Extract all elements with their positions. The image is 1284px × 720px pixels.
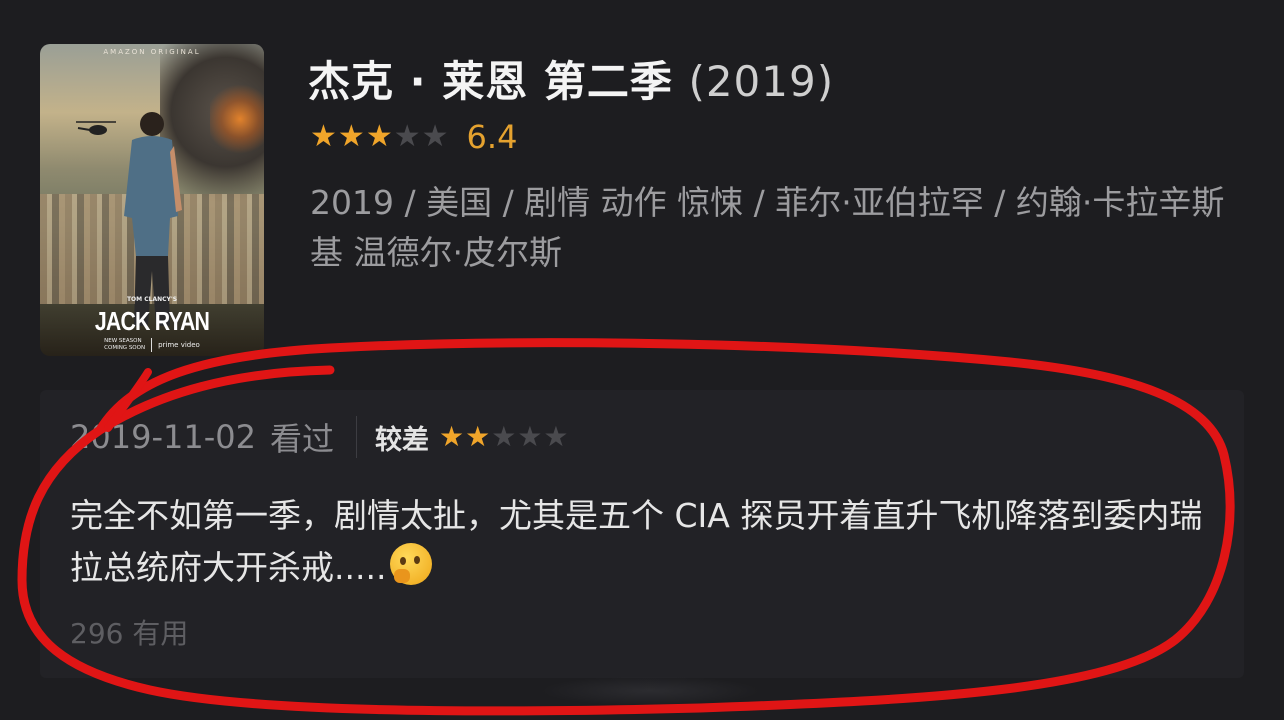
star-empty-icon: ★ xyxy=(421,119,449,154)
show-title-text: 杰克 · 莱恩 第二季 xyxy=(308,57,673,106)
star-empty-icon: ★ xyxy=(517,420,543,453)
poster-platform: prime video xyxy=(158,341,200,349)
star-filled-icon: ★ xyxy=(465,420,491,453)
poster-fire xyxy=(210,84,264,154)
show-score: 6.4 xyxy=(466,118,518,156)
helicopter-icon xyxy=(76,121,116,135)
poster-studio-tag: AMAZON ORIGINAL xyxy=(103,48,201,56)
star-filled-icon: ★ xyxy=(310,119,337,154)
poster-footer: NEW SEASON COMING SOON prime video xyxy=(40,338,264,352)
review-content: 完全不如第一季，剧情太扯，尤其是五个 CIA 探员开着直升飞机降落到委内瑞拉总统… xyxy=(70,490,1220,594)
poster-season-line1: NEW SEASON xyxy=(104,338,142,344)
bottom-blur xyxy=(540,676,760,706)
show-rating: ★ ★ ★ ★ ★ 6.4 xyxy=(310,118,517,156)
show-title[interactable]: 杰克 · 莱恩 第二季 (2019) xyxy=(308,48,834,109)
star-empty-icon: ★ xyxy=(393,119,421,154)
poster-series-name: JACK RYAN xyxy=(94,306,210,336)
show-rating-stars: ★ ★ ★ ★ ★ xyxy=(310,122,449,152)
poster-separator xyxy=(151,338,153,352)
star-filled-icon: ★ xyxy=(438,420,465,453)
star-filled-icon: ★ xyxy=(365,119,393,154)
review-header: 2019-11-02 看过 较差 ★ ★ ★ ★ ★ xyxy=(70,414,569,460)
review-date: 2019-11-02 xyxy=(70,418,256,456)
poster-figure xyxy=(124,112,182,326)
review-helpful-count[interactable]: 296 有用 xyxy=(70,612,188,652)
poster-series-prefix: TOM CLANCY'S xyxy=(126,296,178,303)
poster-season-line2: COMING SOON xyxy=(104,345,146,351)
show-meta: 2019 / 美国 / 剧情 动作 惊悚 / 菲尔·亚伯拉罕 / 约翰·卡拉辛斯… xyxy=(310,183,1225,272)
review-level: 较差 xyxy=(374,424,429,456)
show-year: (2019) xyxy=(688,57,835,106)
poster-season-text: NEW SEASON COMING SOON xyxy=(104,338,145,352)
star-empty-icon: ★ xyxy=(491,420,517,453)
star-filled-icon: ★ xyxy=(337,119,365,154)
review-divider xyxy=(355,416,357,458)
review-status: 看过 xyxy=(269,420,334,458)
star-empty-icon: ★ xyxy=(543,420,569,453)
review-rating-stars: ★ ★ ★ ★ ★ xyxy=(439,422,569,452)
poster-image[interactable]: AMAZON ORIGINAL TOM CLANCY'S JACK RYAN N… xyxy=(40,44,264,356)
review-text: 完全不如第一季，剧情太扯，尤其是五个 CIA 探员开着直升飞机降落到委内瑞拉总统… xyxy=(70,496,1203,587)
thinking-face-icon xyxy=(390,543,433,585)
